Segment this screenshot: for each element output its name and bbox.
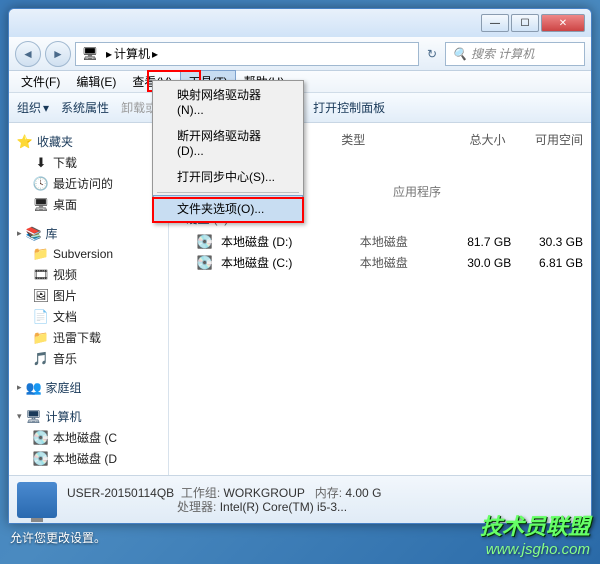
document-icon: 📄 (33, 309, 49, 325)
drive-icon: 💽 (197, 255, 213, 271)
sidebar-item-recent[interactable]: 🕓最近访问的 (13, 173, 164, 194)
col-free[interactable]: 可用空间 (514, 131, 583, 148)
video-icon: 🎞 (33, 267, 49, 283)
sidebar-item-downloads[interactable]: ⬇下载 (13, 152, 164, 173)
sidebar-item-documents[interactable]: 📄文档 (13, 306, 164, 327)
sidebar-item-thunder[interactable]: 📁迅雷下载 (13, 327, 164, 348)
tb-controlpanel[interactable]: 打开控制面板 (313, 99, 385, 116)
chevron-icon: ▸ (17, 382, 22, 393)
sidebar: ⭐收藏夹 ⬇下载 🕓最近访问的 🖥桌面 ▸📚库 📁Subversion 🎞视频 … (9, 123, 169, 475)
library-icon: 📚 (26, 226, 42, 242)
dd-map-drive[interactable]: 映射网络驱动器(N)... (153, 81, 303, 122)
col-total[interactable]: 总大小 (436, 131, 505, 148)
status-text: USER-20150114QB 工作组: WORKGROUP 内存: 4.00 … (67, 486, 381, 514)
menu-file[interactable]: 文件(F) (13, 70, 68, 93)
sidebar-item-videos[interactable]: 🎞视频 (13, 264, 164, 285)
forward-button[interactable]: ► (45, 41, 71, 67)
picture-icon: 🖼 (33, 288, 49, 304)
search-input[interactable]: 🔍 搜索 计算机 (445, 42, 585, 66)
drive-item-c[interactable]: 💽 本地磁盘 (C:) 本地磁盘 30.0 GB 6.81 GB (177, 252, 583, 273)
address-bar[interactable]: 🖥 ▸ 计算机 ▸ (75, 42, 419, 66)
drive-icon: 💽 (33, 451, 49, 467)
download-icon: ⬇ (33, 155, 49, 171)
folder-icon: 📁 (33, 330, 49, 346)
sidebar-item-drive-d[interactable]: 💽本地磁盘 (D (13, 448, 164, 469)
dd-disconnect[interactable]: 断开网络驱动器(D)... (153, 122, 303, 163)
chevron-icon: ▸ (17, 228, 22, 239)
highlight-folder-options (152, 197, 304, 223)
sidebar-homegroup[interactable]: ▸👥家庭组 (13, 377, 164, 398)
dd-separator (157, 192, 299, 193)
drive-icon: 💽 (33, 430, 49, 446)
drive-icon: 💽 (197, 234, 213, 250)
computer-large-icon (17, 482, 57, 518)
search-icon: 🔍 (452, 47, 467, 61)
sidebar-computer[interactable]: ▾🖥计算机 (13, 406, 164, 427)
sidebar-favorites[interactable]: ⭐收藏夹 (13, 131, 164, 152)
maximize-button[interactable]: ☐ (511, 14, 539, 32)
sidebar-item-desktop[interactable]: 🖥桌面 (13, 194, 164, 215)
back-button[interactable]: ◄ (15, 41, 41, 67)
refresh-button[interactable]: ↻ (423, 47, 441, 61)
sidebar-libraries[interactable]: ▸📚库 (13, 223, 164, 244)
tb-properties[interactable]: 系统属性 (61, 99, 109, 116)
sidebar-item-pictures[interactable]: 🖼图片 (13, 285, 164, 306)
tb-organize[interactable]: 组织 ▾ (17, 99, 49, 116)
minimize-button[interactable]: — (481, 14, 509, 32)
tools-dropdown: 映射网络驱动器(N)... 断开网络驱动器(D)... 打开同步中心(S)...… (152, 80, 304, 223)
music-icon: 🎵 (33, 351, 49, 367)
recent-icon: 🕓 (33, 176, 49, 192)
dd-sync[interactable]: 打开同步中心(S)... (153, 163, 303, 190)
computer-icon: 🖥 (26, 409, 42, 425)
navbar: ◄ ► 🖥 ▸ 计算机 ▸ ↻ 🔍 搜索 计算机 (9, 37, 591, 71)
folder-icon: 📁 (33, 246, 49, 262)
drive-item-d[interactable]: 💽 本地磁盘 (D:) 本地磁盘 81.7 GB 30.3 GB (177, 231, 583, 252)
computer-icon: 🖥 (82, 46, 98, 62)
watermark: 技术员联盟 www.jsgho.com (480, 509, 590, 558)
sidebar-item-drive-c[interactable]: 💽本地磁盘 (C (13, 427, 164, 448)
close-button[interactable]: ✕ (541, 14, 585, 32)
chevron-down-icon: ▾ (17, 411, 22, 422)
homegroup-icon: 👥 (26, 380, 42, 396)
star-icon: ⭐ (17, 134, 33, 150)
col-type[interactable]: 类型 (341, 131, 428, 148)
menu-edit[interactable]: 编辑(E) (68, 70, 124, 93)
desktop-icon: 🖥 (33, 197, 49, 213)
sidebar-item-music[interactable]: 🎵音乐 (13, 348, 164, 369)
hint-text: 允许您更改设置。 (10, 529, 106, 546)
titlebar: — ☐ ✕ (9, 9, 591, 37)
sidebar-item-subversion[interactable]: 📁Subversion (13, 244, 164, 264)
breadcrumb-computer[interactable]: ▸ 计算机 ▸ (102, 43, 162, 64)
